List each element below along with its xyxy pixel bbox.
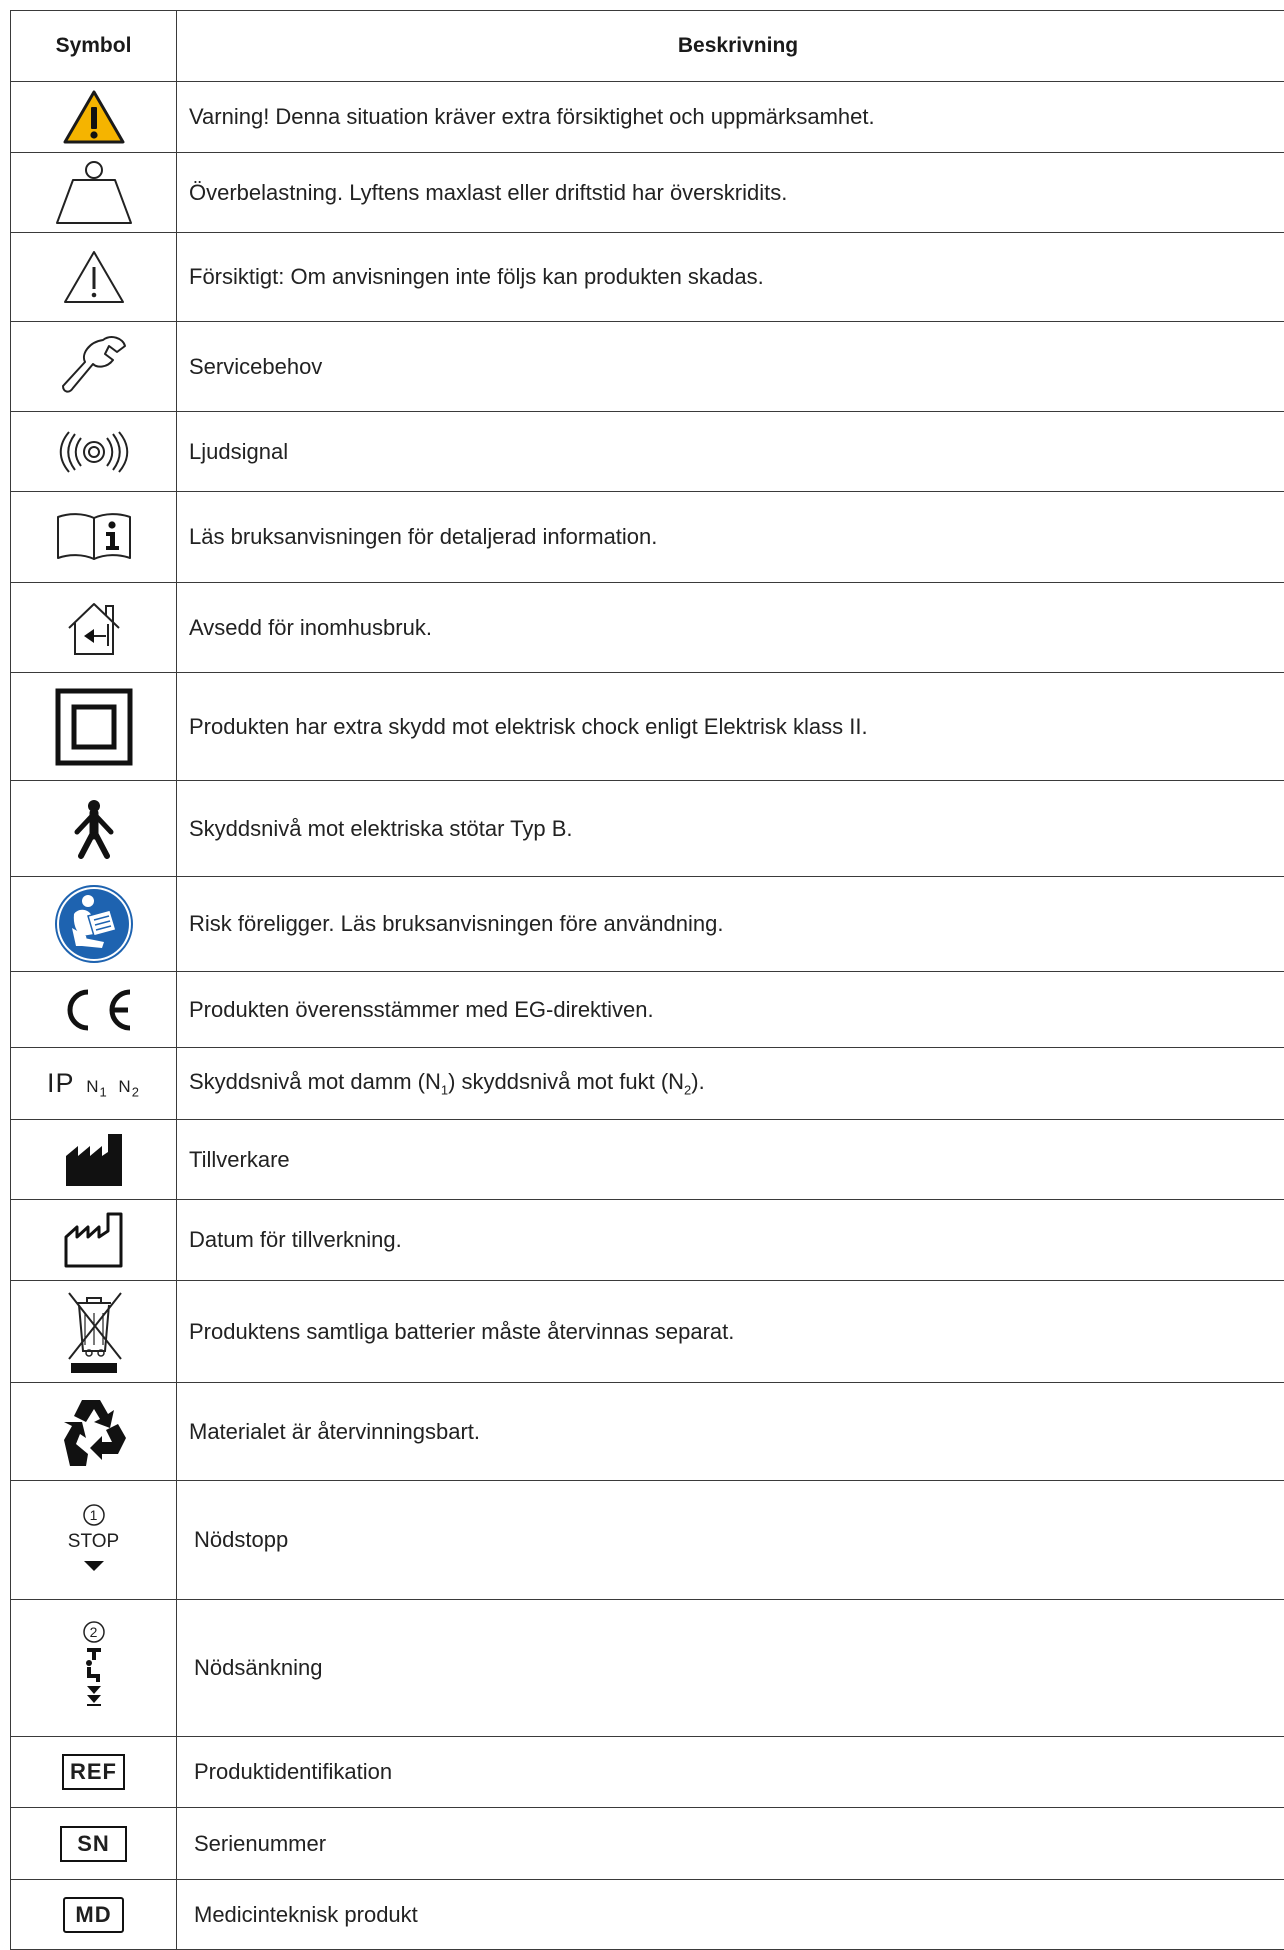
row-description: Produktidentifikation: [177, 1737, 1284, 1808]
symbol-table-container: Symbol Beskrivning Varning! Denna situat…: [10, 10, 1284, 1950]
row-description: Serienummer: [177, 1808, 1284, 1880]
ip-rating-icon: IP N1 N2: [47, 1068, 140, 1099]
ip-n2: N2: [118, 1077, 140, 1096]
wrench-icon: [59, 332, 129, 402]
overload-weight-icon: [53, 160, 135, 226]
table-row: Läs bruksanvisningen för detaljerad info…: [11, 492, 1284, 583]
table-row: Produkten överensstämmer med EG-direktiv…: [11, 972, 1284, 1048]
table-row: Produktens samtliga batterier måste åter…: [11, 1281, 1284, 1383]
row-description: Skyddsnivå mot damm (N1) skyddsnivå mot …: [177, 1048, 1284, 1120]
row-description: Datum för tillverkning.: [177, 1200, 1284, 1281]
caution-triangle-icon: [62, 249, 126, 305]
table-row: Materialet är återvinningsbart.: [11, 1383, 1284, 1481]
manufacturer-icon: [64, 1132, 124, 1188]
manual-info-icon: [55, 512, 133, 562]
table-row: 1 STOP Nödstopp: [11, 1481, 1284, 1600]
row-description: Servicebehov: [177, 322, 1284, 412]
lowering-number: 2: [74, 1622, 114, 1642]
symbol-table: Symbol Beskrivning Varning! Denna situat…: [10, 10, 1284, 1950]
table-row: Varning! Denna situation kräver extra fö…: [11, 82, 1284, 153]
row-description: Skyddsnivå mot elektriska stötar Typ B.: [177, 781, 1284, 877]
table-row: Avsedd för inomhusbruk.: [11, 583, 1284, 673]
type-b-person-icon: [72, 799, 116, 859]
stop-number: 1: [59, 1505, 129, 1525]
ref-icon: REF: [62, 1754, 125, 1790]
emergency-stop-icon: 1 STOP: [59, 1503, 129, 1577]
row-description: Avsedd för inomhusbruk.: [177, 583, 1284, 673]
row-description: Produkten har extra skydd mot elektrisk …: [177, 673, 1284, 781]
row-description: Medicinteknisk produkt: [177, 1880, 1284, 1950]
row-description: Ljudsignal: [177, 412, 1284, 492]
table-row: Servicebehov: [11, 322, 1284, 412]
sn-icon: SN: [60, 1826, 127, 1862]
indoor-use-icon: [64, 598, 124, 658]
row-description: Materialet är återvinningsbart.: [177, 1383, 1284, 1481]
read-manual-blue-icon: [54, 884, 134, 964]
table-row: Risk föreligger. Läs bruksanvisningen fö…: [11, 877, 1284, 972]
md-icon: MD: [63, 1897, 123, 1933]
table-row: SN Serienummer: [11, 1808, 1284, 1880]
row-description: Nödsänkning: [177, 1600, 1284, 1737]
row-description: Tillverkare: [177, 1120, 1284, 1200]
header-symbol: Symbol: [11, 11, 177, 82]
row-description: Försiktigt: Om anvisningen inte följs ka…: [177, 233, 1284, 322]
row-description: Risk föreligger. Läs bruksanvisningen fö…: [177, 877, 1284, 972]
row-description: Produkten överensstämmer med EG-direktiv…: [177, 972, 1284, 1048]
table-row: MD Medicinteknisk produkt: [11, 1880, 1284, 1950]
table-row: Produkten har extra skydd mot elektrisk …: [11, 673, 1284, 781]
ce-mark-icon: [52, 988, 136, 1032]
recycle-icon: [54, 1394, 134, 1470]
table-header-row: Symbol Beskrivning: [11, 11, 1284, 82]
table-row: IP N1 N2 Skyddsnivå mot damm (N1) skydds…: [11, 1048, 1284, 1120]
table-row: Tillverkare: [11, 1120, 1284, 1200]
table-row: Datum för tillverkning.: [11, 1200, 1284, 1281]
class-ii-icon: [55, 688, 133, 766]
row-description: Överbelastning. Lyftens maxlast eller dr…: [177, 153, 1284, 233]
row-description: Nödstopp: [177, 1481, 1284, 1600]
table-row: REF Produktidentifikation: [11, 1737, 1284, 1808]
table-row: Ljudsignal: [11, 412, 1284, 492]
header-description: Beskrivning: [177, 11, 1284, 82]
emergency-lowering-icon: 2: [74, 1620, 114, 1716]
stop-label: STOP: [59, 1530, 129, 1554]
row-description: Produktens samtliga batterier måste åter…: [177, 1281, 1284, 1383]
table-row: Skyddsnivå mot elektriska stötar Typ B.: [11, 781, 1284, 877]
table-row: 2 Nödsänkning: [11, 1600, 1284, 1737]
row-description: Läs bruksanvisningen för detaljerad info…: [177, 492, 1284, 583]
weee-battery-icon: [63, 1289, 125, 1375]
warning-yellow-triangle-icon: [62, 89, 126, 145]
row-description: Varning! Denna situation kräver extra fö…: [177, 82, 1284, 153]
sound-signal-icon: [59, 431, 129, 473]
table-row: Försiktigt: Om anvisningen inte följs ka…: [11, 233, 1284, 322]
manufacture-date-icon: [64, 1211, 124, 1269]
ip-label: IP: [47, 1068, 75, 1098]
ip-n1: N1: [86, 1077, 108, 1096]
table-row: Överbelastning. Lyftens maxlast eller dr…: [11, 153, 1284, 233]
